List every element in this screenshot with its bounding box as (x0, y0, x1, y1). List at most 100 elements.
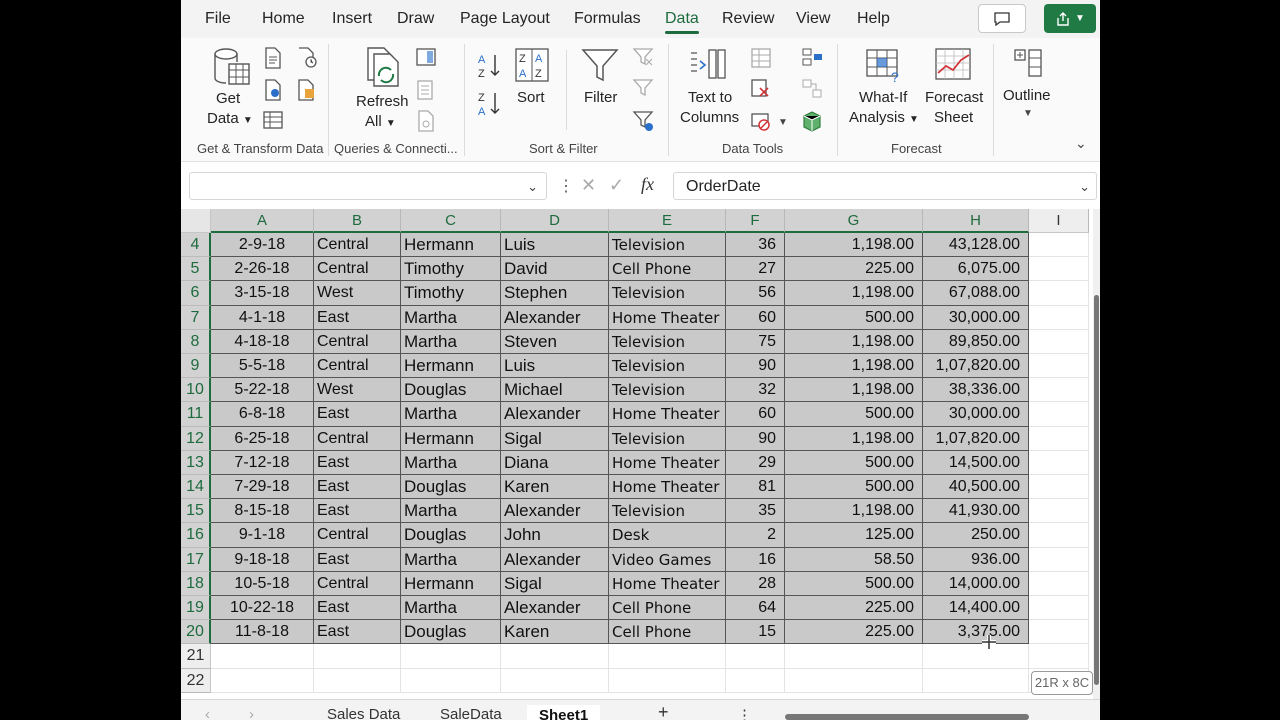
empty-cell[interactable] (923, 668, 1029, 693)
scroll-tabs-right-icon[interactable]: › (249, 706, 254, 720)
cell-a[interactable]: 5-5-18 (211, 354, 314, 379)
cell-c[interactable]: Martha (401, 329, 501, 354)
menu-help[interactable]: Help (857, 10, 890, 28)
row-header[interactable]: 6 (181, 281, 211, 306)
cell-i[interactable] (1029, 547, 1089, 572)
cell-b[interactable]: Central (314, 426, 401, 451)
formula-input[interactable]: OrderDate ⌄ (673, 172, 1097, 200)
cell-a[interactable]: 10-5-18 (211, 571, 314, 596)
row-header[interactable]: 10 (181, 378, 211, 403)
empty-cell[interactable] (211, 644, 314, 669)
cell-f[interactable]: 90 (726, 426, 785, 451)
cell-i[interactable] (1029, 281, 1089, 306)
cell-e[interactable]: Cell Phone (609, 596, 726, 621)
cell-b[interactable]: Central (314, 233, 401, 258)
empty-cell[interactable] (401, 668, 501, 693)
empty-cell[interactable] (609, 644, 726, 669)
cell-b[interactable]: East (314, 305, 401, 330)
cell-g[interactable]: 58.50 (785, 547, 923, 572)
cell-i[interactable] (1029, 571, 1089, 596)
cell-e[interactable]: Desk (609, 523, 726, 548)
cell-e[interactable]: Cell Phone (609, 257, 726, 282)
data-model-icon[interactable] (801, 110, 823, 132)
empty-cell[interactable] (785, 644, 923, 669)
cell-c[interactable]: Timothy (401, 257, 501, 282)
menu-page-layout[interactable]: Page Layout (460, 10, 550, 28)
cell-f[interactable]: 35 (726, 499, 785, 524)
cell-f[interactable]: 36 (726, 233, 785, 258)
cell-f[interactable]: 29 (726, 450, 785, 475)
row-header[interactable]: 18 (181, 571, 211, 596)
cell-h[interactable]: 3,375.00 (923, 620, 1029, 645)
column-header-a[interactable]: A (211, 209, 314, 233)
cell-b[interactable]: East (314, 596, 401, 621)
cell-f[interactable]: 90 (726, 354, 785, 379)
cell-e[interactable]: Television (609, 233, 726, 258)
sort-a-to-z-icon[interactable]: A Z (477, 52, 501, 80)
cell-e[interactable]: Television (609, 426, 726, 451)
cell-e[interactable]: Home Theater (609, 475, 726, 500)
empty-cell[interactable] (401, 644, 501, 669)
column-header-e[interactable]: E (609, 209, 726, 233)
cell-f[interactable]: 27 (726, 257, 785, 282)
from-table-icon[interactable] (263, 79, 285, 101)
cell-a[interactable]: 11-8-18 (211, 620, 314, 645)
menu-home[interactable]: Home (262, 10, 305, 28)
cell-b[interactable]: East (314, 475, 401, 500)
cell-c[interactable]: Douglas (401, 620, 501, 645)
cell-f[interactable]: 32 (726, 378, 785, 403)
cell-b[interactable]: East (314, 620, 401, 645)
empty-cell[interactable] (211, 668, 314, 693)
cell-c[interactable]: Martha (401, 547, 501, 572)
column-header-b[interactable]: B (314, 209, 401, 233)
empty-cell[interactable] (726, 668, 785, 693)
row-header[interactable]: 9 (181, 354, 211, 379)
cell-h[interactable]: 14,500.00 (923, 450, 1029, 475)
cell-d[interactable]: Alexander (501, 402, 609, 427)
refresh-label-1[interactable]: Refresh (356, 92, 409, 112)
cell-i[interactable] (1029, 402, 1089, 427)
sheet-tab-sales-data[interactable]: Sales Data (327, 706, 400, 720)
cell-i[interactable] (1029, 233, 1089, 258)
cell-f[interactable]: 2 (726, 523, 785, 548)
what-if-analysis-button[interactable]: Analysis ▼ (849, 108, 919, 130)
add-sheet-button[interactable]: + (658, 702, 669, 720)
cell-f[interactable]: 60 (726, 305, 785, 330)
quick-analysis-tag[interactable]: 21R x 8C (1031, 671, 1093, 695)
cell-h[interactable]: 936.00 (923, 547, 1029, 572)
cell-a[interactable]: 3-15-18 (211, 281, 314, 306)
expand-formula-icon[interactable]: ⌄ (1079, 179, 1090, 195)
forecast-label-1[interactable]: Forecast (925, 88, 983, 108)
cell-a[interactable]: 2-9-18 (211, 233, 314, 258)
column-header-f[interactable]: F (726, 209, 785, 233)
cell-h[interactable]: 6,075.00 (923, 257, 1029, 282)
cell-i[interactable] (1029, 499, 1089, 524)
vertical-scrollbar[interactable] (1093, 209, 1100, 699)
empty-cell[interactable] (1029, 644, 1089, 669)
chevron-down-icon[interactable]: ⌄ (527, 179, 538, 195)
scroll-tabs-left-icon[interactable]: ‹ (205, 706, 210, 720)
column-header-c[interactable]: C (401, 209, 501, 233)
cell-a[interactable]: 9-1-18 (211, 523, 314, 548)
row-header[interactable]: 21 (181, 644, 211, 669)
advanced-filter-icon[interactable] (632, 110, 656, 134)
cell-i[interactable] (1029, 257, 1089, 282)
empty-cell[interactable] (314, 668, 401, 693)
cell-g[interactable]: 1,198.00 (785, 426, 923, 451)
cell-c[interactable]: Martha (401, 402, 501, 427)
cell-f[interactable]: 56 (726, 281, 785, 306)
cell-e[interactable]: Home Theater (609, 402, 726, 427)
clear-filter-icon[interactable] (632, 47, 654, 67)
cell-b[interactable]: Central (314, 571, 401, 596)
cell-i[interactable] (1029, 354, 1089, 379)
cell-i[interactable] (1029, 475, 1089, 500)
cell-b[interactable]: Central (314, 354, 401, 379)
empty-cell[interactable] (609, 668, 726, 693)
cell-c[interactable]: Martha (401, 450, 501, 475)
cell-d[interactable]: Sigal (501, 571, 609, 596)
cell-a[interactable]: 9-18-18 (211, 547, 314, 572)
cell-d[interactable]: Michael (501, 378, 609, 403)
cell-i[interactable] (1029, 620, 1089, 645)
text-to-columns-label-2[interactable]: Columns (680, 108, 739, 128)
cell-i[interactable] (1029, 596, 1089, 621)
